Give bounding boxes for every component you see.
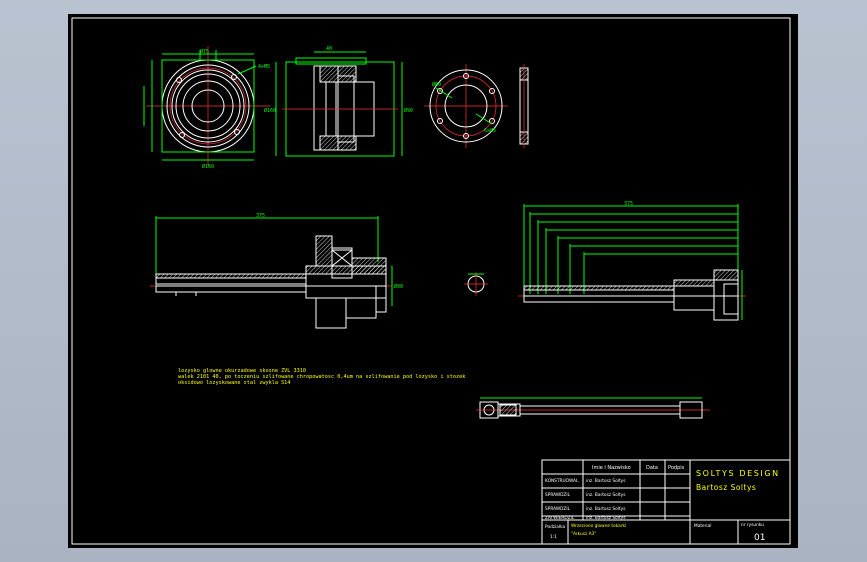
sheet-number: 01 bbox=[754, 533, 765, 543]
svg-text:375: 375 bbox=[624, 201, 633, 207]
svg-text:Ø90: Ø90 bbox=[394, 283, 403, 290]
drawing-name: Wrzeciono glowne tokarki bbox=[571, 523, 626, 529]
flange-front-view[interactable]: Ø75 Ø160 4xM5 bbox=[143, 46, 270, 170]
technical-notes: lozysko glowne okurzadowe skosne ZVL 331… bbox=[178, 368, 466, 386]
person-4: inz. Bartosz Soltys bbox=[586, 515, 626, 521]
sign-header: Podpis bbox=[668, 465, 685, 471]
svg-text:40: 40 bbox=[326, 46, 332, 52]
date-header: Data bbox=[646, 465, 658, 471]
svg-text:375: 375 bbox=[256, 213, 265, 219]
shaft-end-view[interactable] bbox=[464, 272, 488, 296]
person-3: inz. Bartosz Soltys bbox=[586, 506, 626, 512]
flange-section-view[interactable]: 40 Ø160 Ø90 bbox=[264, 46, 413, 157]
drawing-sub: "Arkusz A3" bbox=[571, 531, 596, 537]
company-name: SOLTYS DESIGN bbox=[696, 469, 780, 478]
svg-text:4xM5: 4xM5 bbox=[258, 64, 270, 70]
ring-side-view[interactable] bbox=[519, 64, 529, 148]
svg-text:6xØ5: 6xØ5 bbox=[484, 127, 496, 134]
person-1: inz. Bartosz Soltys bbox=[586, 478, 626, 484]
name-header: Imie i Nazwisko bbox=[592, 465, 631, 471]
scale-label: Podzialka bbox=[545, 524, 565, 530]
note-3: oksidowo lozyskowane stal zwykla S14 bbox=[178, 380, 290, 386]
spindle-shaft-view[interactable]: 375 bbox=[518, 201, 746, 321]
svg-text:Ø160: Ø160 bbox=[264, 107, 276, 114]
scale-value: 1:1 bbox=[550, 534, 557, 540]
spindle-assembly-view[interactable]: 375 Ø90 bbox=[150, 213, 403, 329]
role-4: ZATWIERDZIL bbox=[545, 515, 575, 521]
cad-viewport[interactable]: Ø75 Ø160 4xM5 40 Ø160 Ø90 Ø60 6xØ5 375 Ø… bbox=[0, 0, 867, 562]
author-name: Bartosz Soltys bbox=[696, 483, 756, 492]
svg-text:Ø75: Ø75 bbox=[200, 48, 209, 55]
svg-text:Ø160: Ø160 bbox=[202, 163, 214, 170]
material-label: Material bbox=[694, 523, 711, 529]
role-1: KONSTRUOWAL bbox=[545, 478, 579, 484]
ring-front-view[interactable]: Ø60 6xØ5 bbox=[424, 64, 508, 148]
sheet-label: nr rysunku bbox=[741, 522, 764, 528]
lever-view[interactable] bbox=[476, 397, 710, 419]
drawing-canvas[interactable]: Ø75 Ø160 4xM5 40 Ø160 Ø90 Ø60 6xØ5 375 Ø… bbox=[68, 14, 798, 548]
role-3: SPRAWDZIL bbox=[545, 506, 571, 512]
drawing-sheet[interactable]: Ø75 Ø160 4xM5 40 Ø160 Ø90 Ø60 6xØ5 375 Ø… bbox=[68, 14, 798, 548]
person-2: inz. Bartosz Soltys bbox=[586, 492, 626, 498]
role-2: SPRAWDZIL bbox=[545, 492, 571, 498]
svg-text:Ø90: Ø90 bbox=[404, 107, 413, 114]
title-block[interactable]: Imie i Nazwisko Data Podpis KONSTRUOWAL … bbox=[541, 459, 791, 545]
svg-text:Ø60: Ø60 bbox=[432, 81, 441, 88]
